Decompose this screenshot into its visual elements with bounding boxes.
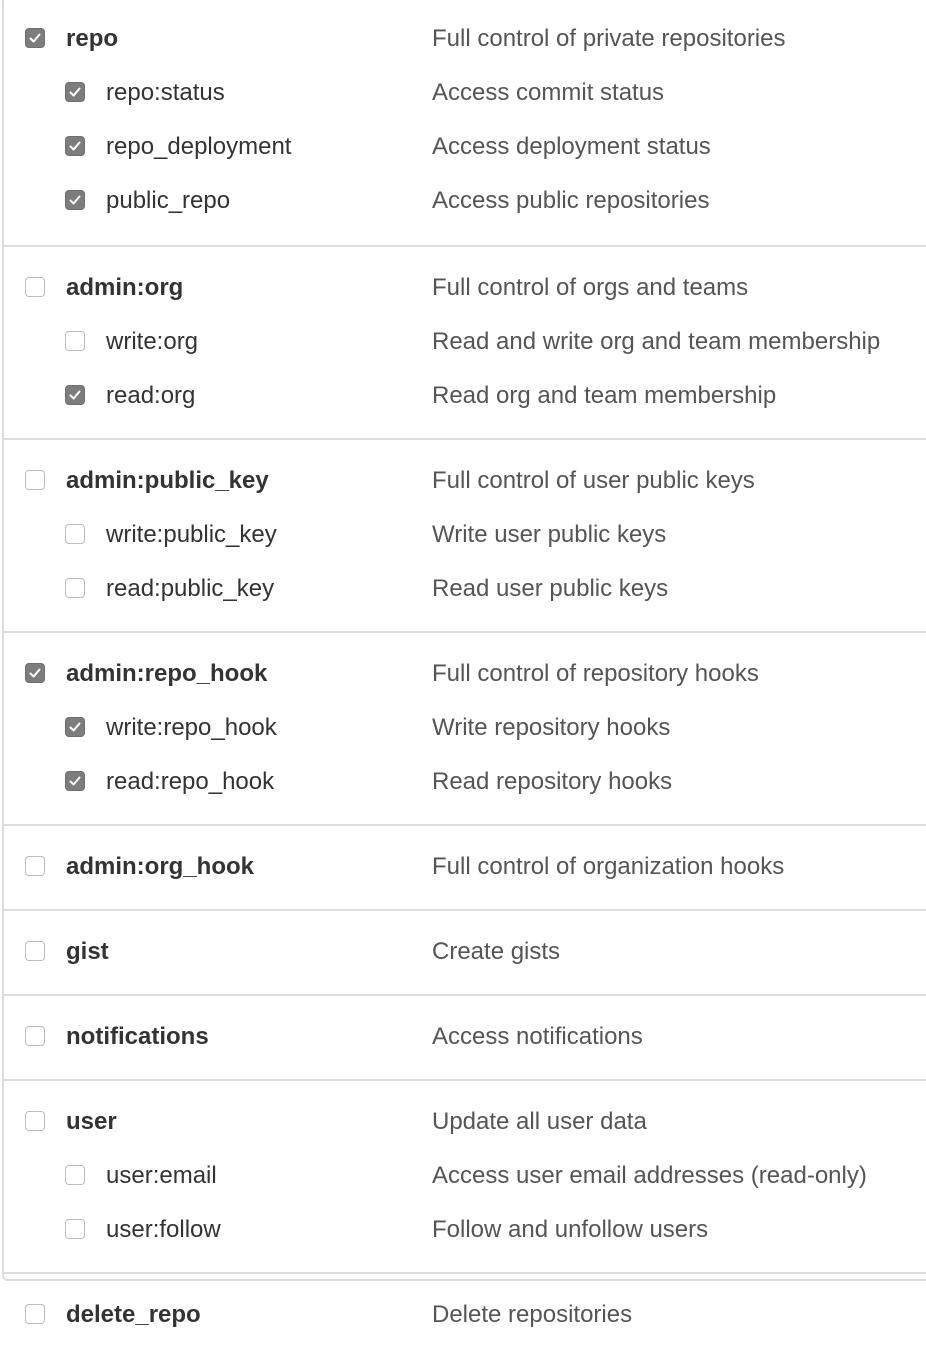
scope-checkbox[interactable] bbox=[65, 1219, 85, 1239]
scope-name: delete_repo bbox=[66, 1301, 201, 1328]
scope-group: admin:org_hook Full control of organizati… bbox=[4, 824, 926, 909]
scope-name: user bbox=[66, 1108, 117, 1135]
scope-description: Update all user data bbox=[432, 1108, 647, 1135]
scope-name: read:public_key bbox=[106, 575, 275, 602]
subscope-row[interactable]: write:org Read and write org and team mem… bbox=[4, 316, 926, 370]
scope-name: write:public_key bbox=[106, 521, 277, 548]
scope-name: admin:repo_hook bbox=[66, 660, 268, 687]
scope-description: Write repository hooks bbox=[432, 714, 671, 741]
scope-checkbox[interactable] bbox=[65, 190, 85, 210]
scope-row[interactable]: user Update all user data bbox=[4, 1096, 926, 1150]
scope-checkbox[interactable] bbox=[25, 470, 45, 490]
scope-checkbox[interactable] bbox=[25, 277, 45, 297]
scope-description: Access user email addresses (read-only) bbox=[432, 1162, 867, 1189]
scope-name: public_repo bbox=[106, 187, 231, 214]
scope-description: Access commit status bbox=[432, 79, 665, 106]
scope-group: user Update all user data user:email Access… bbox=[4, 1079, 926, 1272]
scope-row[interactable]: admin:org Full control of orgs and teams bbox=[4, 262, 926, 316]
scope-checkbox[interactable] bbox=[25, 856, 45, 876]
scope-checkbox[interactable] bbox=[25, 28, 45, 48]
scope-description: Follow and unfollow users bbox=[432, 1216, 709, 1243]
scope-description: Access public repositories bbox=[432, 187, 710, 214]
scope-checkbox[interactable] bbox=[65, 136, 85, 156]
scope-description: Write user public keys bbox=[432, 521, 667, 548]
scope-row[interactable]: admin:repo_hook Full control of repositor… bbox=[4, 648, 926, 702]
checkmark-icon bbox=[69, 776, 81, 786]
scope-name: repo_deployment bbox=[106, 133, 292, 160]
scope-name: read:repo_hook bbox=[106, 768, 275, 795]
checkmark-icon bbox=[69, 141, 81, 151]
checkmark-icon bbox=[29, 33, 41, 43]
scope-description: Access notifications bbox=[432, 1023, 643, 1050]
scope-name: repo:status bbox=[106, 79, 225, 106]
scope-checkbox[interactable] bbox=[65, 717, 85, 737]
checkmark-icon bbox=[69, 722, 81, 732]
subscope-row[interactable]: user:email Access user email addresses (r… bbox=[4, 1150, 926, 1204]
scope-name: user:email bbox=[106, 1162, 217, 1189]
scope-checkbox[interactable] bbox=[65, 1165, 85, 1185]
scope-description: Full control of private repositories bbox=[432, 25, 786, 52]
scope-checkbox[interactable] bbox=[65, 771, 85, 791]
scopes-list: repo Full control of private repositories… bbox=[2, 0, 926, 1328]
scope-description: Read org and team membership bbox=[432, 382, 777, 409]
subscope-row[interactable]: write:repo_hook Write repository hooks bbox=[4, 702, 926, 756]
scope-description: Read repository hooks bbox=[432, 768, 673, 795]
subscope-row[interactable]: read:public_key Read user public keys bbox=[4, 563, 926, 617]
scope-checkbox[interactable] bbox=[65, 524, 85, 544]
scope-checkbox[interactable] bbox=[25, 663, 45, 683]
scope-group: repo Full control of private repositories… bbox=[4, 0, 926, 245]
checkmark-icon bbox=[69, 87, 81, 97]
subscope-row[interactable]: repo:status Access commit status bbox=[4, 67, 926, 121]
scope-name: notifications bbox=[66, 1023, 209, 1050]
scope-row[interactable]: repo Full control of private repositories bbox=[4, 13, 926, 67]
scope-group: delete_repo Delete repositories bbox=[4, 1272, 926, 1357]
scope-description: Create gists bbox=[432, 938, 561, 965]
scope-row[interactable]: delete_repo Delete repositories bbox=[4, 1289, 926, 1343]
checkmark-icon bbox=[69, 195, 81, 205]
subscope-row[interactable]: read:repo_hook Read repository hooks bbox=[4, 756, 926, 810]
scope-group: admin:org Full control of orgs and teams w… bbox=[4, 245, 926, 438]
scope-description: Full control of organization hooks bbox=[432, 853, 785, 880]
scope-description: Access deployment status bbox=[432, 133, 711, 160]
scope-name: user:follow bbox=[106, 1216, 221, 1243]
scope-checkbox[interactable] bbox=[25, 1304, 45, 1324]
scope-checkbox[interactable] bbox=[25, 1111, 45, 1131]
subscope-row[interactable]: read:org Read org and team membership bbox=[4, 370, 926, 424]
scope-name: write:repo_hook bbox=[106, 714, 277, 741]
scope-description: Full control of user public keys bbox=[432, 467, 755, 494]
scope-group: notifications Access notifications bbox=[4, 994, 926, 1079]
scope-name: admin:org_hook bbox=[66, 853, 255, 880]
scope-description: Full control of orgs and teams bbox=[432, 274, 749, 301]
scope-row[interactable]: gist Create gists bbox=[4, 926, 926, 980]
scope-name: write:org bbox=[106, 328, 199, 355]
scope-name: gist bbox=[66, 938, 109, 965]
scope-description: Read and write org and team membership bbox=[432, 328, 881, 355]
scope-name: read:org bbox=[106, 382, 196, 409]
checkmark-icon bbox=[29, 668, 41, 678]
scope-name: admin:public_key bbox=[66, 467, 269, 494]
scope-group: gist Create gists bbox=[4, 909, 926, 994]
scope-name: admin:org bbox=[66, 274, 184, 301]
scope-description: Delete repositories bbox=[432, 1301, 633, 1328]
scope-row[interactable]: admin:public_key Full control of user pub… bbox=[4, 455, 926, 509]
subscope-row[interactable]: repo_deployment Access deployment status bbox=[4, 121, 926, 175]
scope-name: repo bbox=[66, 25, 119, 52]
scope-row[interactable]: notifications Access notifications bbox=[4, 1011, 926, 1065]
scope-group: admin:public_key Full control of user pub… bbox=[4, 438, 926, 631]
scope-checkbox[interactable] bbox=[65, 82, 85, 102]
scope-checkbox[interactable] bbox=[65, 578, 85, 598]
subscope-row[interactable]: user:follow Follow and unfollow users bbox=[4, 1204, 926, 1258]
scope-row[interactable]: admin:org_hook Full control of organizati… bbox=[4, 841, 926, 895]
scope-description: Full control of repository hooks bbox=[432, 660, 759, 687]
scope-checkbox[interactable] bbox=[25, 1026, 45, 1046]
scope-checkbox[interactable] bbox=[65, 331, 85, 351]
scope-checkbox[interactable] bbox=[65, 385, 85, 405]
scope-group: admin:repo_hook Full control of repositor… bbox=[4, 631, 926, 824]
subscope-row[interactable]: write:public_key Write user public keys bbox=[4, 509, 926, 563]
subscope-row[interactable]: public_repo Access public repositories bbox=[4, 175, 926, 229]
checkmark-icon bbox=[69, 390, 81, 400]
scope-description: Read user public keys bbox=[432, 575, 669, 602]
scope-checkbox[interactable] bbox=[25, 941, 45, 961]
